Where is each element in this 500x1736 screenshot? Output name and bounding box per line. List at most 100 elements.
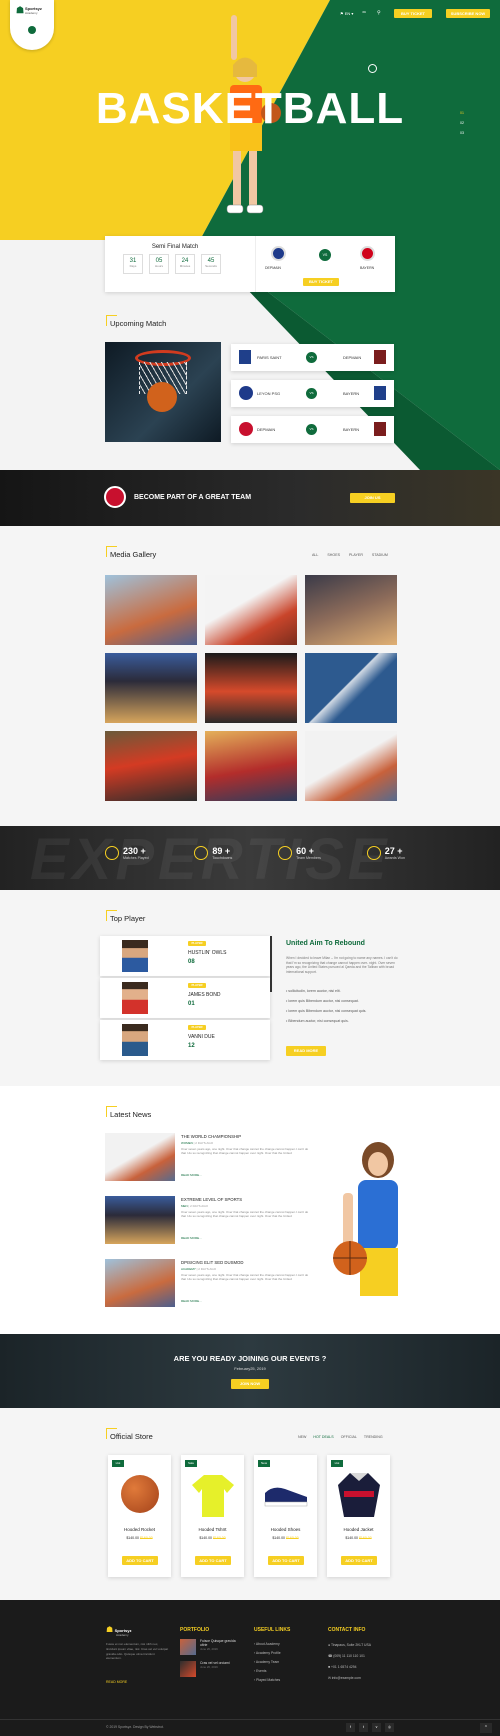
add-to-cart-button[interactable]: ADD TO CART	[195, 1556, 231, 1565]
news-category: ACADEMY	[181, 1267, 196, 1271]
player-photo	[122, 982, 148, 1014]
filter-stadium[interactable]: STADIUM	[372, 553, 388, 557]
product-card[interactable]: Hot Hooded Rocket $140.00 $160.00 ADD TO…	[108, 1455, 171, 1577]
filter-trending[interactable]: TRENDING	[364, 1435, 383, 1439]
match-left-team: DEPMAIN	[257, 427, 276, 432]
portfolio-item[interactable]: Cras vel vel orciami June 26, 2019	[180, 1661, 240, 1677]
news-item[interactable]: DPISICING ELIT SED DUSMOD ACADEMY | 2 DA…	[105, 1259, 310, 1311]
news-image	[105, 1196, 175, 1244]
hero-title: BASKETBALL	[95, 84, 405, 133]
portfolio-item-date: June 26, 2019	[200, 1665, 218, 1669]
hero-play-icon[interactable]	[368, 64, 377, 73]
ball-icon	[105, 846, 119, 860]
contact-item: ● Tinapaus, Suite 2KLT USA	[328, 1640, 371, 1651]
contact-text: (009) 11 110 110 101	[333, 1654, 365, 1658]
bullet-item: • lorem quis Bibendum auctor, nisi conse…	[286, 999, 359, 1003]
gallery-image[interactable]	[205, 653, 297, 723]
filter-all[interactable]: ALL	[312, 553, 318, 557]
gallery-image[interactable]	[105, 731, 197, 801]
add-to-cart-button[interactable]: ADD TO CART	[268, 1556, 304, 1565]
gallery-image[interactable]	[205, 731, 297, 801]
store-section: Official Store NEW HOT DEALS OFFICIAL TR…	[0, 1408, 500, 1600]
logo-badge[interactable]: ☗ Sportsyz Academy	[10, 0, 54, 50]
news-time: 2 DAYS AGO	[198, 1267, 217, 1271]
footer-link[interactable]: › About Academy	[254, 1640, 281, 1649]
player-scrollbar[interactable]	[270, 936, 272, 992]
product-name: Hooded Jacket	[343, 1527, 374, 1532]
footer-link[interactable]: › Academy Team	[254, 1658, 281, 1667]
top-player-title: Top Player	[105, 910, 146, 923]
join-us-button[interactable]: JOIN US	[350, 493, 395, 503]
filter-new[interactable]: NEW	[298, 1435, 306, 1439]
pager-item[interactable]: 01	[460, 108, 464, 118]
product-price-row: $140.00 $160.00	[181, 1536, 244, 1540]
phone-icon: ☎	[328, 1654, 333, 1658]
subscribe-button[interactable]: SUBSCRIBE NOW	[446, 9, 490, 18]
player-tag: PLAYER	[188, 983, 206, 988]
match-row[interactable]: DEPMAIN VS BAYERN	[231, 416, 394, 443]
team-left-name: DEPMAIN	[265, 266, 281, 270]
product-old-price: $160.00	[139, 1536, 153, 1540]
team-crest-icon	[360, 246, 375, 261]
footer-link[interactable]: › Played Matches	[254, 1676, 281, 1685]
language-selector[interactable]: ⚑ EN ▾	[340, 11, 353, 16]
menu-toggle-icon[interactable]	[28, 26, 36, 34]
twitter-icon[interactable]: t	[359, 1723, 368, 1732]
product-card[interactable]: Sale Hooded TshIrt $140.00 $160.00 ADD T…	[181, 1455, 244, 1577]
buy-ticket-header-button[interactable]: BUY TICKET	[394, 9, 432, 18]
vimeo-icon[interactable]: v	[372, 1723, 381, 1732]
stat-item: 27 + Awards Won	[366, 846, 405, 860]
portfolio-title: PORTFOLIO	[180, 1627, 210, 1633]
filter-official[interactable]: OFFICIAL	[341, 1435, 357, 1439]
stat-label: Touchdowns	[212, 856, 233, 860]
news-read-more[interactable]: READ MORE...	[181, 1173, 202, 1177]
player-number: 12	[188, 1043, 195, 1049]
search-icon[interactable]: ⚲	[377, 10, 381, 16]
news-read-more[interactable]: READ MORE...	[181, 1236, 202, 1240]
gallery-filters: ALL SHOES PLAYER STADIUM	[312, 553, 388, 557]
instagram-icon[interactable]: ◎	[385, 1723, 394, 1732]
stat-label: Matches Played	[123, 856, 149, 860]
scroll-top-button[interactable]: ⌃	[480, 1723, 492, 1733]
footer-link[interactable]: › Academy Profile	[254, 1649, 281, 1658]
footer-link[interactable]: › Events	[254, 1667, 281, 1676]
facebook-icon[interactable]: f	[346, 1723, 355, 1732]
logo-subtext: Academy	[25, 11, 38, 15]
gallery-image[interactable]	[105, 653, 197, 723]
stat-item: 60 + Team Members	[278, 846, 321, 860]
news-item[interactable]: EXTREME LEVEL OF SPORTS MEN | 2 DAYS AGO…	[105, 1196, 310, 1248]
player-card[interactable]: PLAYER HUSTLIN' OWLS 08	[100, 936, 270, 976]
filter-hot-deals[interactable]: HOT DEALS	[313, 1435, 333, 1439]
gallery-image[interactable]	[205, 575, 297, 645]
news-read-more[interactable]: READ MORE...	[181, 1299, 202, 1303]
gallery-image[interactable]	[305, 575, 397, 645]
team-crest-icon	[271, 246, 286, 261]
cart-icon[interactable]: ⚰	[362, 10, 366, 16]
pager-item[interactable]: 03	[460, 128, 464, 138]
match-row[interactable]: PARIS SAINT VS DEPMAIN	[231, 344, 394, 371]
add-to-cart-button[interactable]: ADD TO CART	[341, 1556, 377, 1565]
product-card[interactable]: New Hooded Shoes $140.00 $160.00 ADD TO …	[254, 1455, 317, 1577]
footer-read-more[interactable]: READ MORE	[106, 1680, 127, 1684]
match-row[interactable]: LEYON PSG VS BAYERN	[231, 380, 394, 407]
join-now-button[interactable]: JOIN NOW	[231, 1379, 269, 1389]
filter-player[interactable]: PLAYER	[349, 553, 363, 557]
gallery-image[interactable]	[305, 653, 397, 723]
read-more-button[interactable]: READ MORE	[286, 1046, 326, 1056]
portfolio-list: Fuisce Quisque gravida ultrie June 26, 20…	[180, 1639, 240, 1677]
gallery-image[interactable]	[105, 575, 197, 645]
pager-item[interactable]: 02	[460, 118, 464, 128]
player-card[interactable]: PLAYER VANNI DUE 12	[100, 1020, 270, 1060]
bullet-item: • sollicitudin, lorem auctor, nisi elit.	[286, 989, 341, 993]
product-card[interactable]: Hot Hooded Jacket $140.00 $160.00 ADD TO…	[327, 1455, 390, 1577]
footer: ☗ Sportsyz Academy Fusce et non elementu…	[0, 1600, 500, 1736]
news-item[interactable]: THE WORLD CHAMPIONSHIP WOMEN | 2 DAYS AG…	[105, 1133, 310, 1185]
filter-shoes[interactable]: SHOES	[327, 553, 340, 557]
gallery-image[interactable]	[305, 731, 397, 801]
contact-item[interactable]: ✉ info@example.com	[328, 1673, 371, 1684]
portfolio-item[interactable]: Fuisce Quisque gravida ultrie June 26, 20…	[180, 1639, 240, 1655]
tshirt-product-image	[192, 1475, 234, 1517]
add-to-cart-button[interactable]: ADD TO CART	[122, 1556, 158, 1565]
player-card[interactable]: PLAYER JAMES BOND 01	[100, 978, 270, 1018]
buy-ticket-button[interactable]: BUY TICKET	[303, 278, 339, 286]
